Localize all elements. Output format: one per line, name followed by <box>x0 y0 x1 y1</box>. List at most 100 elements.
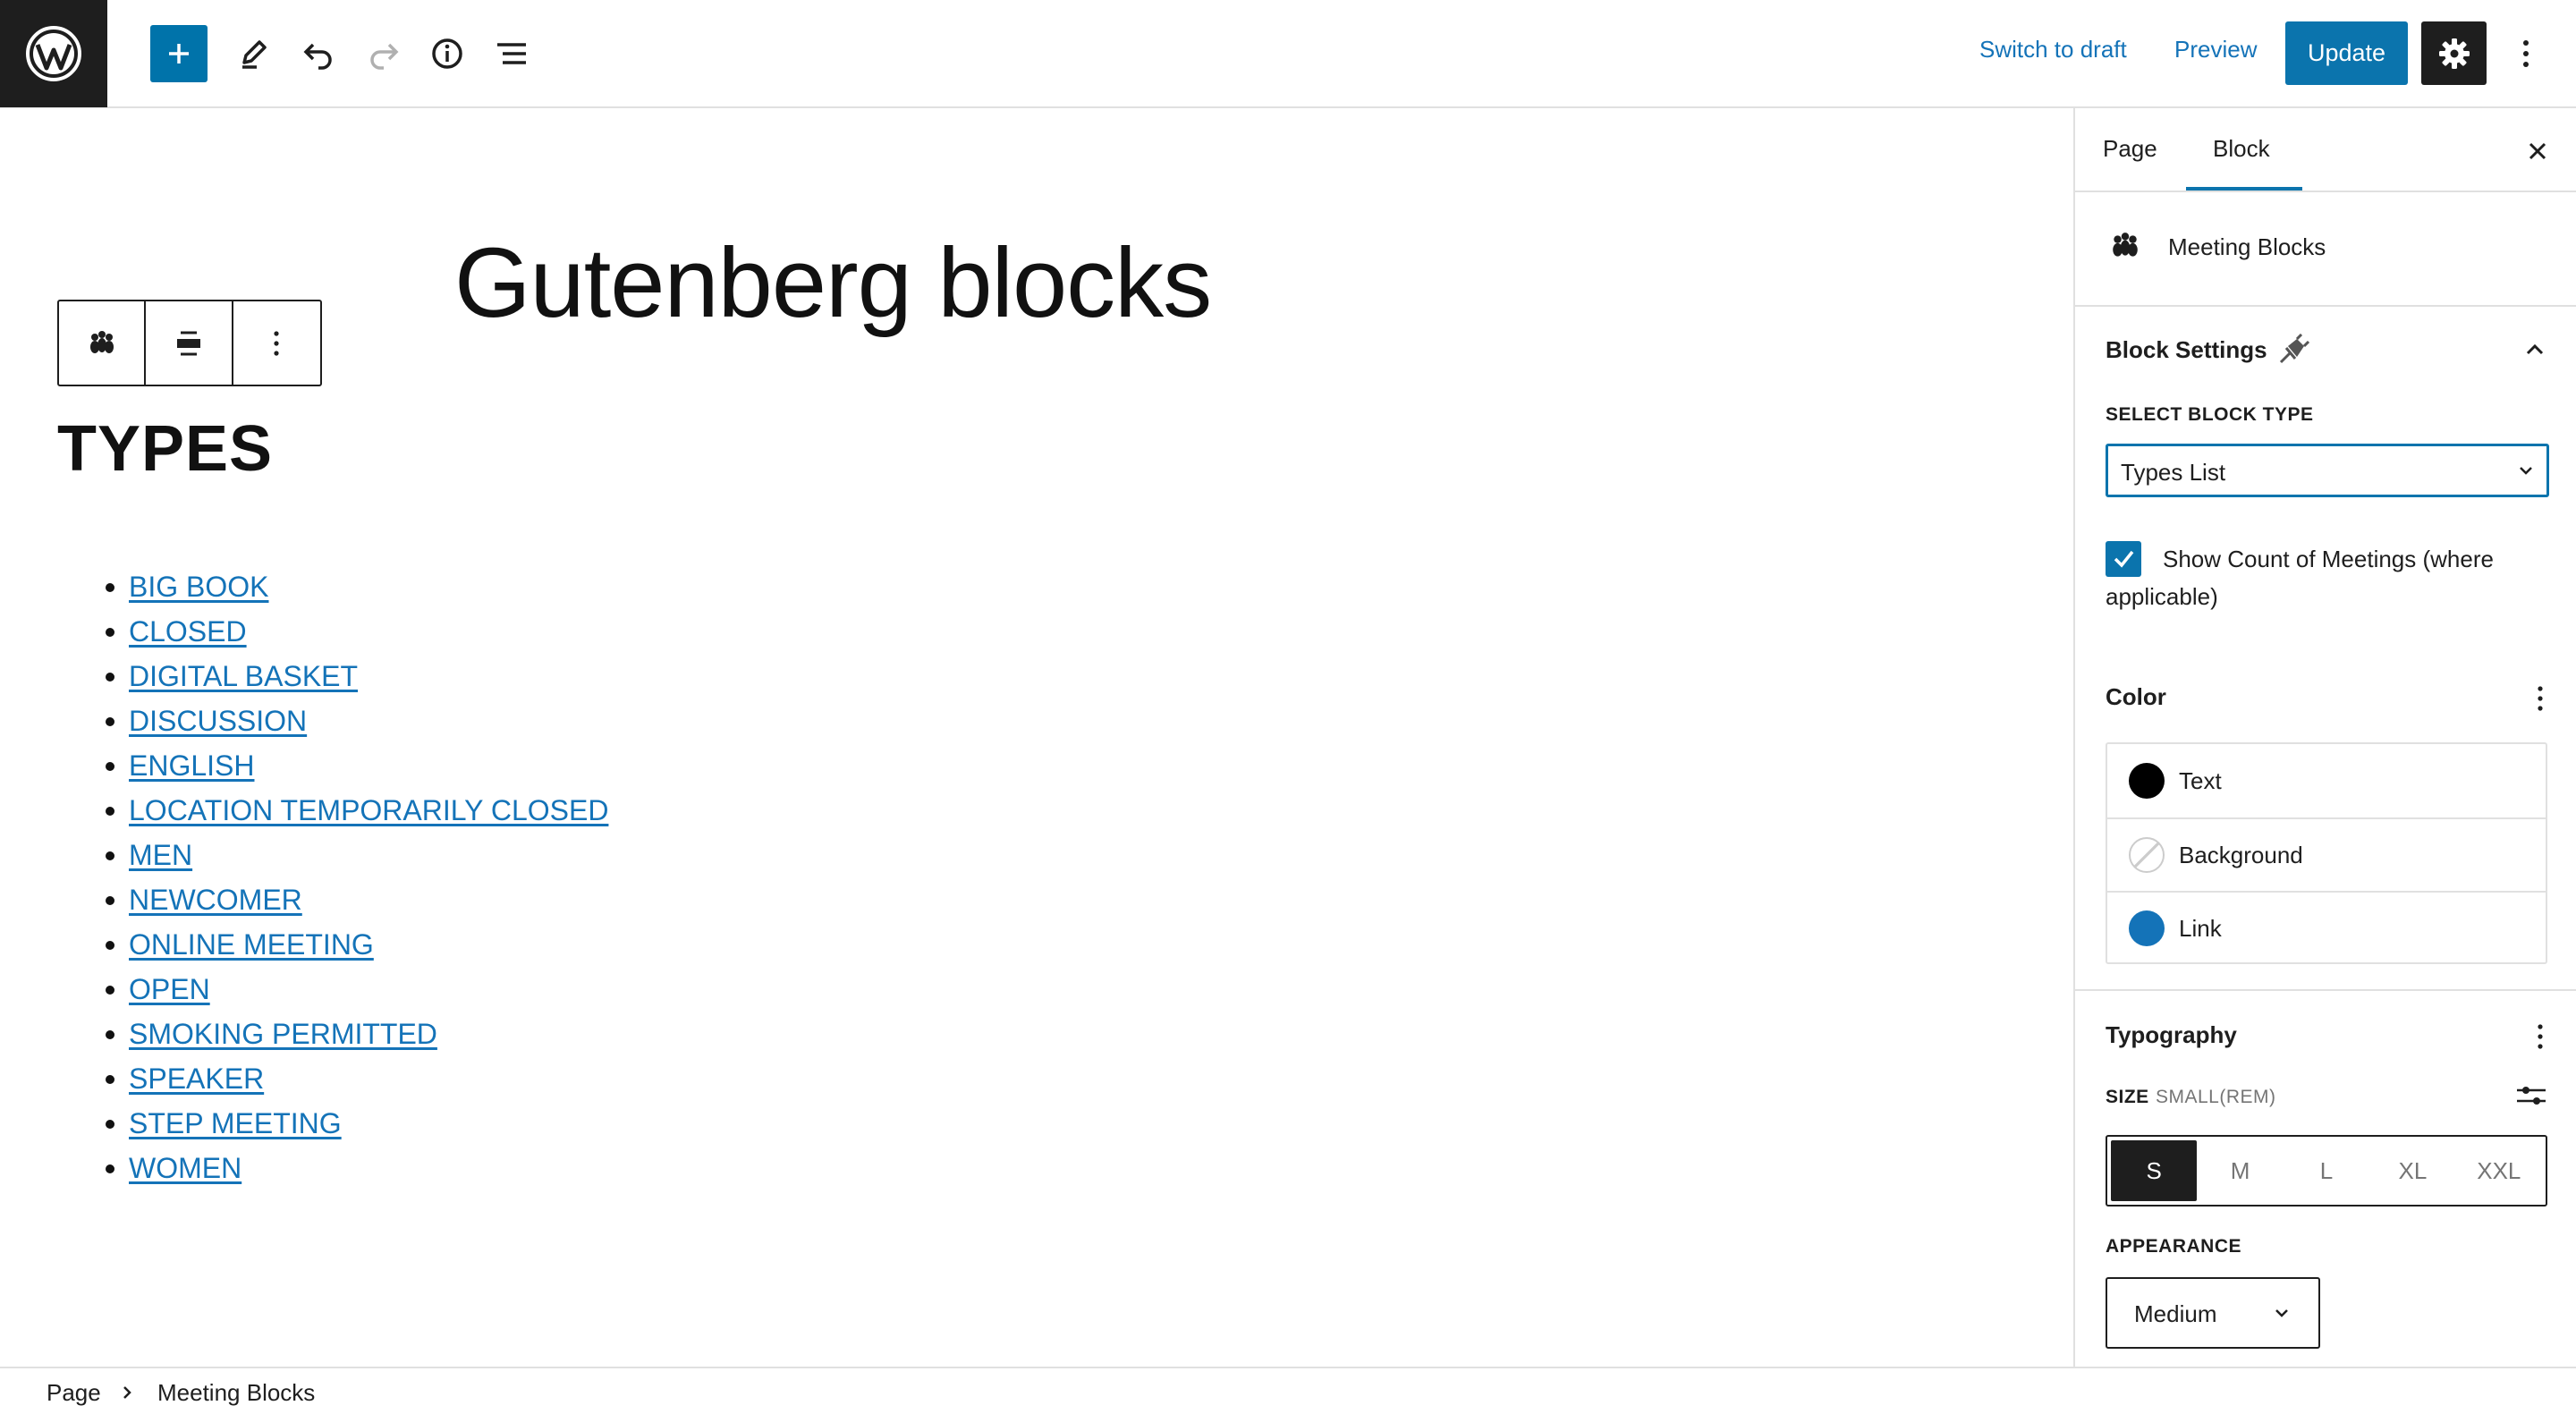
chevron-down-icon <box>2275 1309 2288 1317</box>
type-link[interactable]: BIG BOOK <box>129 571 268 603</box>
wordpress-logo-icon[interactable] <box>0 0 107 107</box>
block-settings-title[interactable]: Block Settings <box>2106 336 2267 364</box>
block-card: Meeting Blocks <box>2075 194 2576 307</box>
color-options-button[interactable] <box>2522 681 2558 716</box>
type-link[interactable]: OPEN <box>129 973 210 1005</box>
tab-block[interactable]: Block <box>2213 135 2270 163</box>
appearance-select-value: Medium <box>2134 1300 2217 1327</box>
type-link[interactable]: WOMEN <box>129 1152 242 1184</box>
link-color-swatch <box>2129 910 2165 946</box>
appearance-select[interactable]: Medium <box>2106 1277 2320 1349</box>
show-count-label[interactable]: Show Count of Meetings (where applicable… <box>2106 540 2544 615</box>
meeting-blocks-icon <box>2113 233 2138 257</box>
font-size-picker: S M L XL XXL <box>2106 1135 2547 1207</box>
tools-button[interactable] <box>225 25 282 82</box>
undo-icon <box>303 43 332 70</box>
text-color-swatch <box>2129 763 2165 799</box>
breadcrumb-item[interactable]: Meeting Blocks <box>157 1379 315 1407</box>
breadcrumb-item[interactable]: Page <box>47 1379 101 1407</box>
type-link[interactable]: LOCATION TEMPORARILY CLOSED <box>129 794 608 826</box>
block-options-button[interactable] <box>233 301 320 385</box>
list-item: LOCATION TEMPORARILY CLOSED <box>105 788 608 833</box>
list-item: ONLINE MEETING <box>105 922 608 967</box>
custom-size-button[interactable] <box>2513 1078 2549 1113</box>
align-button[interactable] <box>146 301 233 385</box>
gear-icon <box>2438 38 2470 69</box>
close-icon <box>2529 142 2546 160</box>
type-link[interactable]: MEN <box>129 839 192 871</box>
chevron-up-icon[interactable] <box>2524 339 2546 360</box>
size-option-xxl[interactable]: XXL <box>2456 1140 2542 1201</box>
switch-to-draft-button[interactable]: Switch to draft <box>1979 36 2127 64</box>
meeting-blocks-icon <box>89 330 114 353</box>
list-view-icon <box>497 43 526 64</box>
size-option-s[interactable]: S <box>2111 1140 2198 1201</box>
close-sidebar-button[interactable] <box>2520 133 2555 169</box>
more-vertical-icon <box>2538 686 2543 711</box>
settings-button[interactable] <box>2421 21 2487 85</box>
background-color-swatch <box>2129 837 2165 873</box>
color-item-label: Background <box>2179 841 2303 868</box>
block-toolbar <box>57 300 322 386</box>
type-link[interactable]: SPEAKER <box>129 1063 264 1095</box>
details-button[interactable] <box>419 25 476 82</box>
editor-canvas[interactable]: Gutenberg blocks TYPES BIG BOOK CLOSED D… <box>0 108 2073 1367</box>
typography-options-button[interactable] <box>2522 1019 2558 1054</box>
list-item: NEWCOMER <box>105 877 608 922</box>
list-item: WOMEN <box>105 1146 608 1190</box>
more-vertical-icon <box>2523 40 2529 67</box>
list-item: ENGLISH <box>105 743 608 788</box>
type-link[interactable]: DISCUSSION <box>129 705 307 737</box>
block-inserter-button[interactable] <box>150 25 208 82</box>
list-item: DISCUSSION <box>105 699 608 743</box>
list-item: SMOKING PERMITTED <box>105 1012 608 1056</box>
tab-page[interactable]: Page <box>2103 135 2157 163</box>
color-item-text[interactable]: Text <box>2107 744 2546 817</box>
type-link[interactable]: ENGLISH <box>129 749 254 782</box>
size-option-xl[interactable]: XL <box>2369 1140 2455 1201</box>
list-item: STEP MEETING <box>105 1101 608 1146</box>
active-tab-indicator <box>2186 187 2302 191</box>
typography-panel-title: Typography <box>2106 1021 2237 1048</box>
block-type-button[interactable] <box>59 301 147 385</box>
color-item-label: Link <box>2179 914 2222 942</box>
type-link[interactable]: NEWCOMER <box>129 884 302 916</box>
list-item: DIGITAL BASKET <box>105 654 608 699</box>
plus-icon <box>169 44 189 64</box>
size-option-l[interactable]: L <box>2284 1140 2369 1201</box>
list-item: MEN <box>105 833 608 877</box>
more-vertical-icon <box>2538 1024 2543 1049</box>
size-hint: SMALL(REM) <box>2156 1087 2276 1107</box>
color-item-link[interactable]: Link <box>2107 891 2546 964</box>
page-title[interactable]: Gutenberg blocks <box>454 226 1212 340</box>
sliders-icon <box>2517 1087 2546 1105</box>
type-link[interactable]: CLOSED <box>129 615 247 648</box>
block-type-select-value: Types List <box>2121 459 2226 486</box>
redo-button[interactable] <box>355 25 412 82</box>
list-view-button[interactable] <box>483 25 540 82</box>
appearance-label: APPEARANCE <box>2106 1236 2242 1257</box>
color-item-label: Text <box>2179 766 2222 794</box>
preview-button[interactable]: Preview <box>2174 36 2257 64</box>
color-panel-title: Color <box>2106 683 2166 710</box>
update-button[interactable]: Update <box>2285 21 2408 85</box>
editor-header: Switch to draft Preview Update <box>0 0 2576 108</box>
block-type-select[interactable]: Types List <box>2106 444 2549 497</box>
panel-divider <box>2075 989 2576 991</box>
types-heading: TYPES <box>57 413 274 485</box>
size-option-m[interactable]: M <box>2197 1140 2283 1201</box>
list-item: SPEAKER <box>105 1056 608 1101</box>
type-link[interactable]: ONLINE MEETING <box>129 928 374 961</box>
color-item-background[interactable]: Background <box>2107 817 2546 891</box>
type-link[interactable]: DIGITAL BASKET <box>129 660 358 692</box>
options-button[interactable] <box>2497 25 2555 82</box>
redo-icon <box>370 43 399 70</box>
type-link[interactable]: SMOKING PERMITTED <box>129 1018 437 1050</box>
types-list: BIG BOOK CLOSED DIGITAL BASKET DISCUSSIO… <box>105 564 608 1190</box>
type-link[interactable]: STEP MEETING <box>129 1107 342 1139</box>
pencil-icon <box>242 40 267 69</box>
align-icon <box>177 331 201 355</box>
undo-button[interactable] <box>290 25 347 82</box>
chevron-right-icon <box>123 1386 131 1399</box>
block-breadcrumb: Page Meeting Blocks <box>0 1367 2576 1414</box>
